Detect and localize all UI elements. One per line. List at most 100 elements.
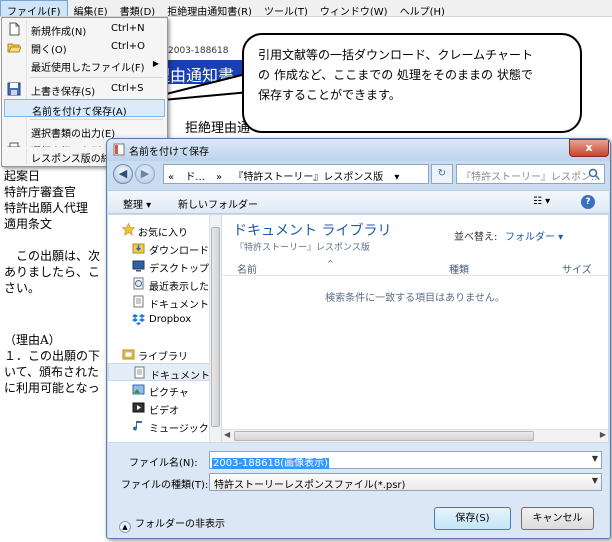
breadcrumb-dropdown[interactable]: ▾ — [394, 172, 399, 183]
dialog-titlebar[interactable]: 名前を付けて保存 x — [107, 139, 610, 161]
menu-rejection-notice[interactable]: 拒絶理由通知書(R) — [161, 1, 258, 16]
search-icon — [588, 168, 600, 180]
nav-item-libraries[interactable]: ライブラリ — [108, 345, 221, 363]
breadcrumb[interactable]: « ド... » 『特許ストーリー』レスポンス版 ▾ — [163, 164, 429, 184]
nav-item-music[interactable]: ミュージック — [108, 417, 221, 435]
nav-item-dropbox[interactable]: Dropbox — [108, 311, 221, 329]
empty-message: 検索条件に一致する項目はありません。 — [325, 293, 505, 304]
chevron-down-icon: ▼ — [591, 476, 598, 485]
music-icon — [133, 421, 142, 431]
help-button[interactable]: ? — [581, 195, 595, 209]
menu-bar: ファイル(F) 編集(E) 書類(D) 拒絶理由通知書(R) ツール(T) ウィンドウ(W… — [0, 0, 612, 17]
nav-item-label: ライブラリ — [138, 352, 188, 363]
filename-value: 2003-188618(画像表示) — [212, 458, 330, 469]
new-document-icon — [9, 22, 20, 36]
nav-item-label: ダウンロード — [149, 246, 209, 257]
refresh-button[interactable]: ↻ — [431, 164, 453, 184]
file-list-scrollbar[interactable]: ◀ ▶ — [222, 429, 608, 442]
nav-item-videos[interactable]: ビデオ — [108, 399, 221, 417]
column-header-type[interactable]: 種類 — [449, 261, 469, 276]
scroll-right-icon[interactable]: ▶ — [600, 430, 606, 439]
organize-button[interactable]: 整理 ▾ — [123, 196, 151, 211]
filename-field[interactable]: 2003-188618(画像表示) ▼ — [209, 451, 602, 469]
breadcrumb-separator[interactable]: » — [216, 172, 222, 183]
document-subtitle: 拒絶理由通 — [185, 121, 251, 136]
desktop-icon — [132, 260, 145, 272]
menu-item-shortcut: Ctrl+S — [111, 83, 144, 94]
nav-item-favorites[interactable]: お気に入り — [108, 221, 221, 239]
nav-item-label: ミュージック — [149, 424, 209, 435]
document-line: １．この出願の下 — [4, 349, 101, 363]
menu-help[interactable]: ヘルプ(H) — [394, 1, 451, 16]
app-icon — [113, 143, 125, 156]
nav-item-label: ドキュメント — [150, 371, 210, 381]
document-line: ありましたら、こ — [4, 265, 101, 279]
filetype-value: 特許ストーリーレスポンスファイル(*.psr) — [214, 480, 406, 491]
nav-item-downloads[interactable]: ダウンロード — [108, 239, 221, 257]
menu-tools[interactable]: ツール(T) — [258, 1, 314, 16]
menu-file[interactable]: ファイル(F) — [0, 0, 68, 16]
column-header-row: 名前 ^ 種類 サイズ — [222, 258, 608, 276]
forward-button[interactable]: ▶ — [135, 164, 155, 184]
column-header-name[interactable]: 名前 — [237, 261, 257, 276]
column-header-size[interactable]: サイズ — [562, 261, 592, 276]
filename-label: ファイル名(N): — [129, 458, 198, 469]
menu-item-shortcut: Ctrl+O — [111, 41, 146, 52]
menu-item-open[interactable]: 開く(O) Ctrl+O — [4, 38, 165, 56]
document-line: 起案日 — [4, 169, 41, 183]
forward-arrow-icon: ▶ — [140, 167, 150, 180]
scrollbar-thumb[interactable] — [234, 431, 534, 441]
menu-item-shortcut: Ctrl+N — [111, 23, 145, 34]
search-input[interactable]: 『特許ストーリー』レスポン... — [456, 164, 605, 184]
breadcrumb-overflow[interactable]: « — [168, 172, 174, 183]
filetype-label: ファイルの種類(T): — [121, 480, 209, 491]
nav-item-documents[interactable]: ドキュメント — [108, 293, 221, 311]
scrollbar-thumb[interactable] — [211, 227, 220, 427]
save-button[interactable]: 保存(S) — [434, 507, 511, 530]
menu-edit[interactable]: 編集(E) — [68, 1, 114, 16]
filetype-select[interactable]: 特許ストーリーレスポンスファイル(*.psr) ▼ — [209, 473, 602, 491]
menu-document[interactable]: 書類(D) — [114, 1, 162, 16]
video-icon — [132, 402, 145, 413]
save-as-dialog: 名前を付けて保存 x ◀ ▶ « ド... » 『特許ストーリー』レスポンス版 … — [106, 138, 611, 539]
nav-item-library-documents[interactable]: ドキュメント — [108, 363, 221, 381]
menu-separator — [30, 77, 163, 78]
nav-item-label: デスクトップ — [149, 264, 209, 275]
nav-item-label: ピクチャ — [149, 388, 189, 399]
refresh-icon: ↻ — [437, 168, 447, 179]
nav-item-label: お気に入り — [138, 228, 188, 239]
back-arrow-icon: ◀ — [118, 167, 128, 180]
nav-scrollbar[interactable] — [209, 215, 221, 442]
chevron-down-icon[interactable]: ▼ — [592, 454, 598, 463]
menu-item-save[interactable]: 上書き保存(S) Ctrl+S — [4, 80, 165, 98]
submenu-arrow-icon: ▶ — [152, 59, 159, 68]
download-folder-icon — [132, 243, 145, 254]
view-options-button[interactable]: ☷ ▾ — [533, 196, 550, 207]
breadcrumb-item[interactable]: 『特許ストーリー』レスポンス版 — [233, 172, 383, 183]
menu-item-save-as[interactable]: 名前を付けて保存(A) — [4, 99, 165, 118]
library-subtitle[interactable]: 『特許ストーリー』レスポンス版 — [235, 240, 370, 253]
cancel-button[interactable]: キャンセル — [521, 507, 594, 530]
new-folder-button[interactable]: 新しいフォルダー — [178, 196, 258, 211]
callout-line: の 作成など、ここまでの 処理をそのままの 状態で — [258, 68, 533, 82]
back-button[interactable]: ◀ — [113, 164, 133, 184]
sort-dropdown[interactable]: フォルダー ▾ — [505, 228, 563, 243]
menu-item-label: 新規作成(N) — [31, 27, 87, 38]
sort-label: 並べ替え: — [454, 232, 498, 243]
document-line: に利用可能となっ — [4, 381, 100, 395]
document-body: 起案日 特許庁審査官 特許出願人代理 適用条文 この出願は、次 ありましたら、こ… — [4, 168, 114, 296]
nav-item-recent-places[interactable]: 最近表示した場所 — [108, 275, 221, 293]
menu-item-recent-files[interactable]: 最近使用したファイル(F) ▶ — [4, 56, 165, 74]
nav-item-pictures[interactable]: ピクチャ — [108, 381, 221, 399]
menu-window[interactable]: ウィンドウ(W) — [314, 1, 394, 16]
close-button[interactable]: x — [569, 139, 609, 157]
breadcrumb-item[interactable]: ド... — [185, 172, 205, 183]
nav-item-desktop[interactable]: デスクトップ — [108, 257, 221, 275]
menu-item-label: 開く(O) — [31, 45, 67, 56]
scroll-left-icon[interactable]: ◀ — [224, 430, 230, 439]
hide-folders-toggle[interactable]: ▲ フォルダーの非表示 — [119, 515, 225, 533]
menu-item-new[interactable]: 新規作成(N) Ctrl+N — [4, 20, 165, 38]
file-list-pane: ドキュメント ライブラリ 『特許ストーリー』レスポンス版 並べ替え: フォルダー… — [222, 215, 608, 442]
document-line: 特許出願人代理 — [4, 201, 89, 215]
